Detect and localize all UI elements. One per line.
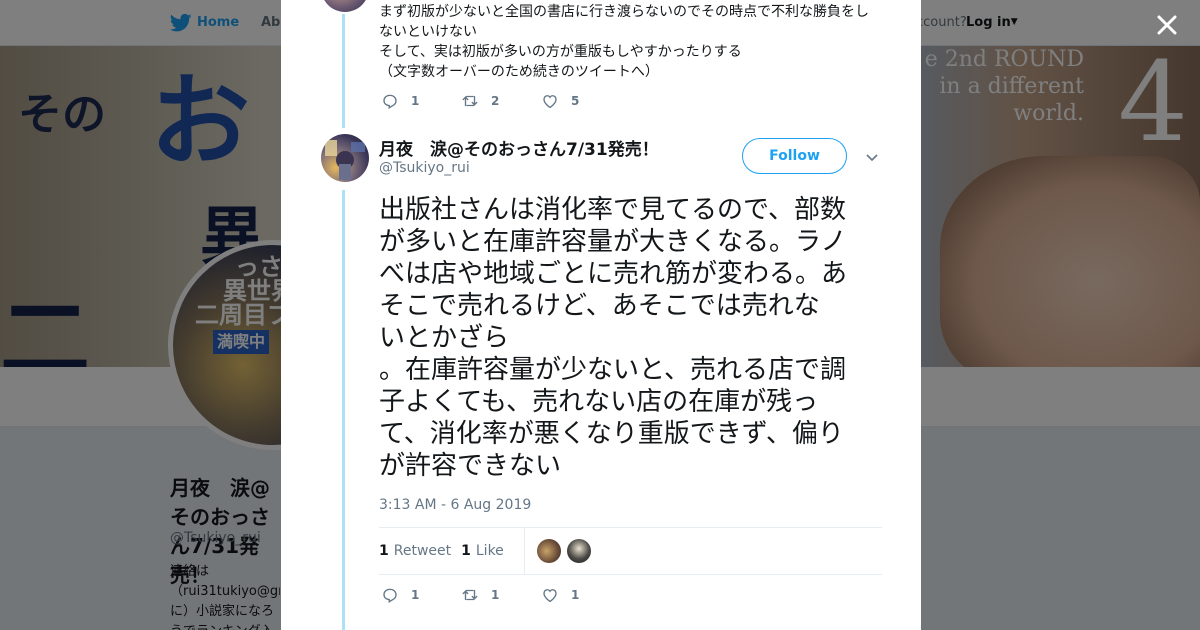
thread-connector-line [342,14,345,128]
engager-avatar[interactable] [536,539,561,563]
tweet-stats-counts: 1 Retweet 1 Like [379,528,525,574]
reply-icon [383,588,397,603]
tweet-text: 出版社さんは消化率で見てるので、部数 が多いと在庫許容量が大きくなる。ラノ べは… [379,194,883,482]
engager-avatars [536,539,597,563]
retweets-link[interactable]: Retweet [394,543,451,559]
retweet-count: 1 [491,588,500,602]
tweet-text-line: 出版社さんは消化率で見てるので、部数 [379,195,846,225]
like-count: 1 [571,588,580,602]
previous-tweet-line: ないといけない [379,24,477,40]
previous-tweet-text: まず初版が少ないと全国の書店に行き渡らないのでその時点で不利な勝負をし ないとい… [379,2,879,82]
reply-count: 1 [411,588,420,602]
engager-avatar[interactable] [566,539,591,563]
tweet-text-line: て、消化率が悪くなり重版できず、偏り [379,419,844,449]
tweet-text-line: 。在庫許容量が少ないと、売れる店で調 [379,355,846,385]
heart-icon [543,95,557,109]
tweet-text-line: が許容できない [379,451,562,481]
like-count: 5 [571,94,580,108]
like-button[interactable]: 1 [541,586,621,604]
previous-tweet-line: （文字数オーバーのため続きのツイートへ） [379,64,659,80]
reply-count: 1 [411,94,420,108]
previous-tweet-line: そして、実は初版が多いの方が重版もしやすかったりする [379,44,742,60]
retweet-total: 1 [379,543,389,559]
heart-icon [543,589,557,603]
like-total: 1 [461,543,471,559]
tweet-author-handle[interactable]: @Tsukiyo_rui [379,160,470,176]
like-button[interactable]: 5 [541,92,621,110]
previous-tweet-line: まず初版が少ないと全国の書店に行き渡らないのでその時点で不利な勝負をし [379,4,869,20]
previous-tweet-avatar[interactable] [321,0,369,12]
tweet-text-line: そこで売れるけど、あそこでは売れな [379,291,820,321]
avatar-illustration [325,140,365,180]
retweet-button[interactable]: 1 [461,586,541,604]
tweet-text-line: 子よくても、売れない店の在庫が残っ [379,387,819,417]
tweet-text-line: いとかざら [379,323,510,353]
tweet-author-avatar[interactable] [321,134,369,182]
likes-link[interactable]: Like [476,543,504,559]
tweet-timestamp[interactable]: 3:13 AM - 6 Aug 2019 [379,497,531,513]
reply-button[interactable]: 1 [381,586,461,604]
retweet-count: 2 [491,94,500,108]
reply-button[interactable]: 1 [381,92,461,110]
follow-button[interactable]: Follow [742,138,847,174]
tweet-stats-bar: 1 Retweet 1 Like [379,527,882,575]
retweet-icon [462,95,478,107]
previous-tweet-actions: 1 2 5 [381,92,621,110]
thread-connector-line [342,190,345,630]
chevron-down-icon[interactable] [865,150,879,164]
tweet-actions: 1 1 1 [381,586,621,604]
tweet-author-name[interactable]: 月夜 涙@そのおっさん7/31発売！ [379,135,659,160]
reply-icon [383,94,397,109]
tweet-text-line: べは店や地域ごとに売れ筋が変わる。あ [379,259,848,289]
close-icon[interactable] [1153,11,1181,39]
retweet-button[interactable]: 2 [461,92,541,110]
retweet-icon [462,589,478,601]
tweet-text-line: が多いと在庫許容量が大きくなる。ラノ [379,227,847,257]
tweet-permalink-modal: まず初版が少ないと全国の書店に行き渡らないのでその時点で不利な勝負をし ないとい… [281,0,921,630]
